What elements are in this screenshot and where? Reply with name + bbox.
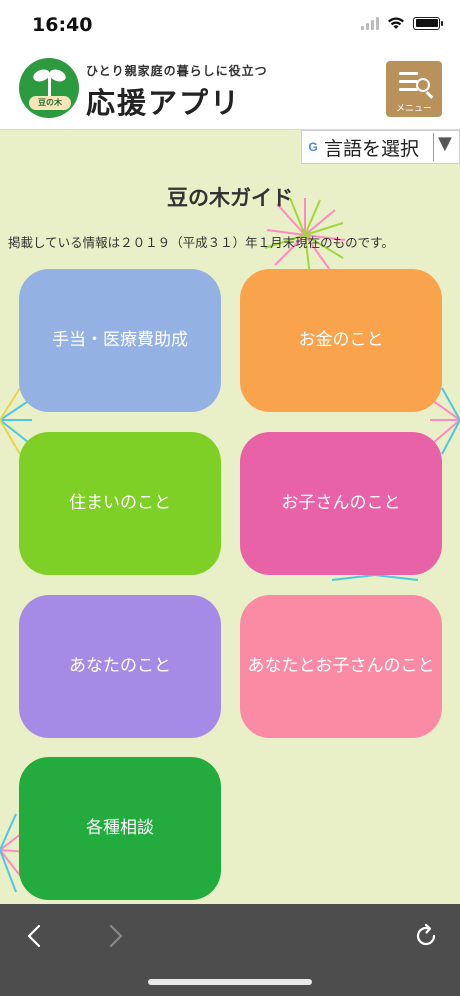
google-icon: G [308, 140, 318, 154]
battery-icon [413, 16, 443, 30]
logo-text: 豆の木 [29, 96, 71, 110]
language-select[interactable]: G 言語を選択 ▼ [301, 130, 460, 164]
tile-money[interactable]: お金のこと [240, 269, 442, 412]
status-bar: 16:40 [0, 0, 460, 50]
forward-button[interactable] [96, 918, 136, 954]
menu-label: メニュー [395, 104, 432, 114]
status-time: 16:40 [32, 14, 93, 36]
tile-children[interactable]: お子さんのこと [240, 432, 442, 575]
tile-yourself[interactable]: あなたのこと [19, 595, 221, 738]
tile-you-and-children[interactable]: あなたとお子さんのこと [240, 595, 442, 738]
home-indicator [148, 979, 312, 985]
status-icons [361, 16, 443, 30]
wifi-icon [388, 17, 404, 29]
header-title: 応援アプリ [86, 86, 242, 120]
reload-button[interactable] [406, 918, 446, 954]
chevron-left-icon [27, 924, 41, 948]
page-title: 豆の木ガイド [167, 186, 293, 210]
tile-housing[interactable]: 住まいのこと [19, 432, 221, 575]
header-subtitle: ひとり親家庭の暮らしに役立つ [86, 64, 268, 78]
dropdown-arrow-icon: ▼ [438, 133, 452, 154]
app-header: 豆の木 ひとり親家庭の暮らしに役立つ 応援アプリ メニュー [0, 50, 460, 130]
menu-button[interactable]: メニュー [386, 61, 442, 117]
reload-icon [416, 923, 436, 946]
language-select-label: 言語を選択 [324, 137, 420, 160]
page-note: 掲載している情報は２０１９（平成３１）年１月末現在のものです。 [8, 235, 394, 250]
tile-consultation[interactable]: 各種相談 [19, 757, 221, 900]
chevron-right-icon [109, 924, 123, 948]
search-icon [416, 78, 430, 92]
back-button[interactable] [14, 918, 54, 954]
app-logo: 豆の木 [19, 58, 79, 118]
tile-allowance-medical[interactable]: 手当・医療費助成 [19, 269, 221, 412]
signal-icon [361, 16, 379, 30]
